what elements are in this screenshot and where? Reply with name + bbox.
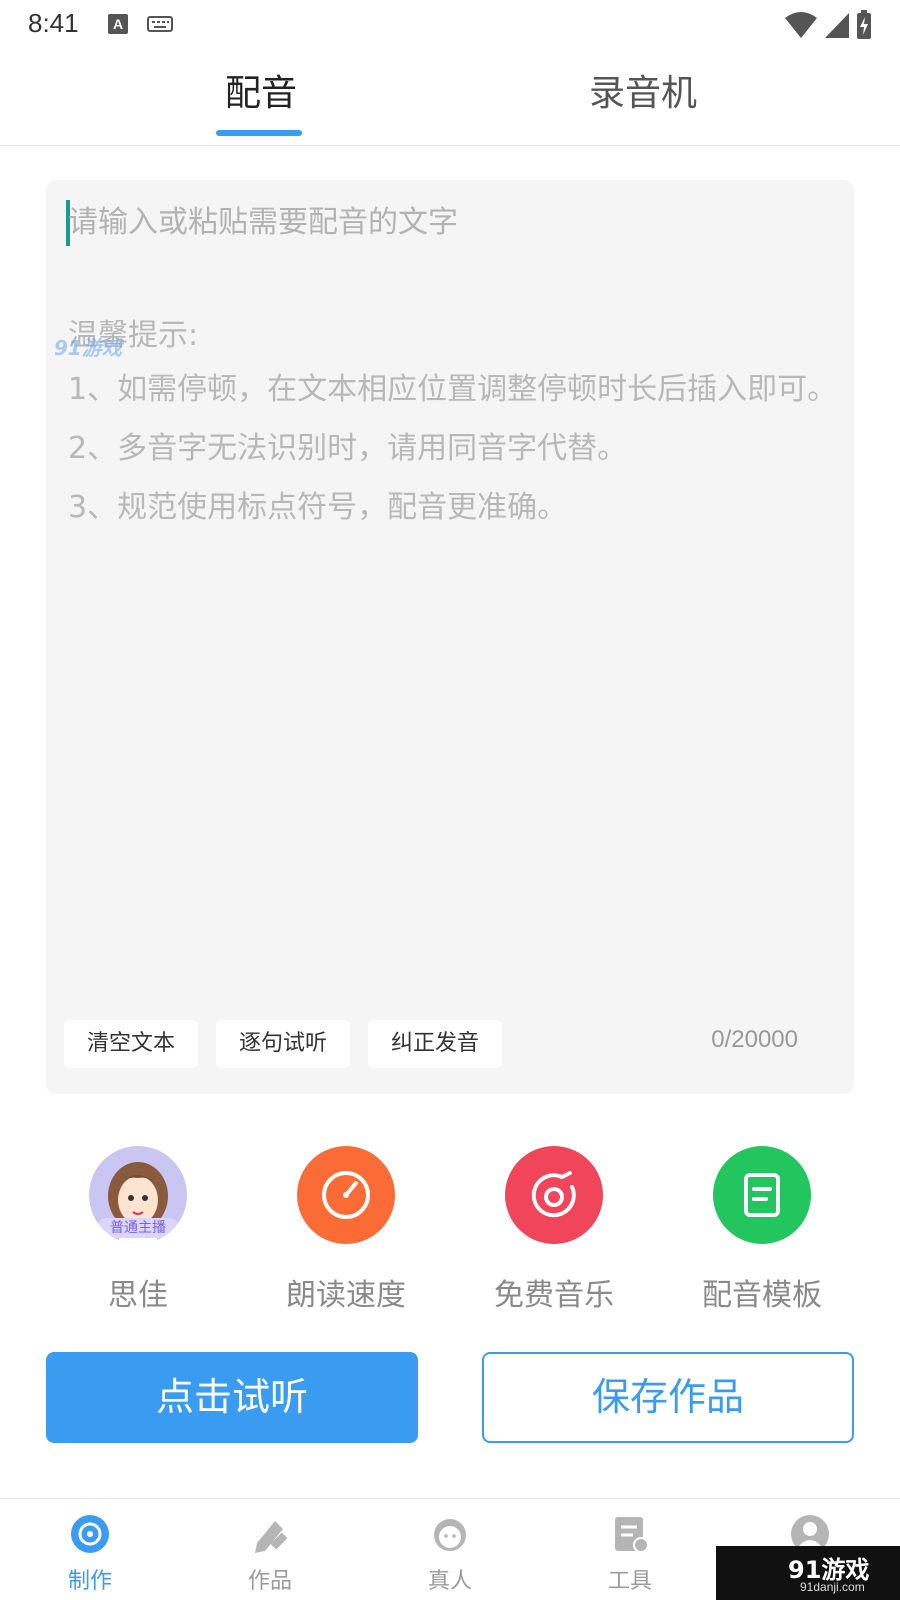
keyboard-icon	[147, 16, 173, 32]
save-work-button[interactable]: 保存作品	[482, 1352, 854, 1443]
clear-text-button[interactable]: 清空文本	[64, 1020, 198, 1068]
nav-tools-label: 工具	[607, 1569, 652, 1594]
correct-pronunciation-button[interactable]: 纠正发音	[368, 1020, 502, 1068]
music-disc-icon	[505, 1146, 603, 1244]
dubbing-template-button[interactable]: 配音模板	[662, 1146, 862, 1314]
nav-works-label: 作品	[247, 1569, 292, 1594]
text-input-area[interactable]: 请输入或粘贴需要配音的文字 温馨提示: 1、如需停顿，在文本相应位置调整停顿时长…	[46, 180, 854, 1094]
wifi-icon	[785, 12, 817, 38]
document-icon	[713, 1146, 811, 1244]
free-music-button[interactable]: 免费音乐	[454, 1146, 654, 1314]
signal-icon	[825, 13, 849, 38]
tab-recorder[interactable]: 录音机	[589, 64, 697, 116]
reading-speed-button[interactable]: 朗读速度	[246, 1146, 446, 1314]
disc-icon	[71, 1515, 109, 1553]
pencil-ruler-icon	[255, 1521, 288, 1553]
feature-row: 普通主播 思佳 朗读速度 免费音乐 配音模板	[0, 1146, 900, 1313]
anchor-level-badge: 普通主播	[97, 1218, 179, 1238]
voice-anchor-selector[interactable]: 普通主播 思佳	[38, 1146, 238, 1314]
dubbing-template-label: 配音模板	[702, 1278, 822, 1313]
speedometer-icon	[297, 1146, 395, 1244]
nav-tools[interactable]: 工具	[570, 1513, 690, 1595]
nav-real-person[interactable]: 真人	[390, 1513, 510, 1595]
input-method-icon: A	[108, 14, 128, 34]
tip-item: 1、如需停顿，在文本相应位置调整停顿时长后插入即可。	[68, 372, 838, 407]
preview-listen-button[interactable]: 点击试听	[46, 1352, 418, 1443]
nav-make-label: 制作	[67, 1569, 112, 1594]
tools-document-icon	[615, 1517, 649, 1553]
free-music-label: 免费音乐	[494, 1278, 614, 1313]
avatar: 普通主播	[89, 1146, 187, 1244]
tips-list: 1、如需停顿，在文本相应位置调整停顿时长后插入即可。 2、多音字无法识别时，请用…	[68, 360, 838, 537]
status-time: 8:41	[28, 8, 79, 38]
tip-item: 2、多音字无法识别时，请用同音字代替。	[68, 431, 628, 466]
nav-real-label: 真人	[427, 1569, 472, 1594]
tip-item: 3、规范使用标点符号，配音更准确。	[68, 490, 568, 525]
watermark-logo: 91游戏	[54, 332, 122, 361]
corner-watermark: 91游戏 91danji.com	[716, 1546, 900, 1600]
reading-speed-label: 朗读速度	[286, 1278, 406, 1313]
nav-works[interactable]: 作品	[210, 1513, 330, 1595]
person-face-icon	[434, 1519, 466, 1551]
top-tab-bar: 配音 录音机	[0, 50, 900, 146]
tab-dubbing[interactable]: 配音	[225, 64, 297, 116]
active-tab-indicator	[216, 130, 302, 136]
sentence-preview-button[interactable]: 逐句试听	[216, 1020, 350, 1068]
anchor-name: 思佳	[108, 1278, 168, 1313]
battery-icon	[857, 10, 871, 39]
nav-make[interactable]: 制作	[30, 1513, 150, 1595]
input-placeholder: 请输入或粘贴需要配音的文字	[68, 205, 458, 240]
status-bar: 8:41 A	[0, 0, 900, 50]
watermark-text: 91游戏	[54, 336, 122, 360]
character-count: 0/20000	[711, 1026, 798, 1053]
corner-watermark-domain: 91danji.com	[800, 1580, 865, 1594]
